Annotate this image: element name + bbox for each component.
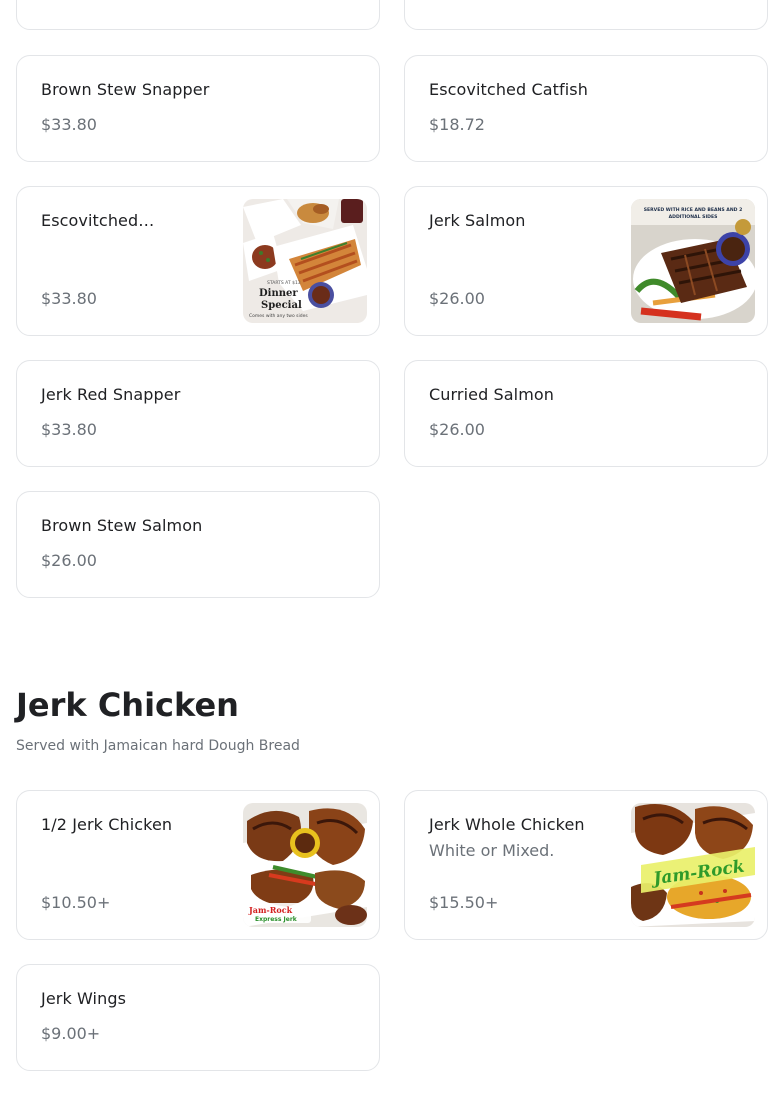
menu-item-price: $18.72 bbox=[429, 115, 485, 134]
image-logo-text: Jam-Rock bbox=[248, 905, 293, 915]
menu-item-name: Curried Salmon bbox=[429, 385, 555, 404]
menu-item-name: Escovitched… bbox=[41, 211, 155, 230]
menu-item-price: $33.80 bbox=[41, 289, 97, 308]
image-caption-text: STARTS AT $13 bbox=[267, 280, 301, 286]
menu-item-card[interactable]: Jerk Red Snapper $33.80 bbox=[16, 360, 380, 467]
menu-item-name: 1/2 Jerk Chicken bbox=[41, 815, 173, 834]
image-logo-text: Express Jerk bbox=[255, 916, 298, 923]
image-caption-text: Special bbox=[261, 300, 302, 311]
menu-item-card[interactable]: Brown Stew Salmon $26.00 bbox=[16, 491, 380, 598]
menu-item-name: Jerk Whole Chicken bbox=[429, 815, 585, 834]
menu-item-card[interactable]: Brown Stew Snapper $33.80 bbox=[16, 55, 380, 162]
menu-item-price: $33.80 bbox=[41, 115, 97, 134]
menu-item-card[interactable]: Jerk Whole Chicken White or Mixed. $15.5… bbox=[404, 790, 768, 940]
menu-item-card[interactable]: 1/2 Jerk Chicken $10.50+ Jam-Rock Expres… bbox=[16, 790, 380, 940]
menu-item-card[interactable]: Jerk Salmon $26.00 SERVED WITH RICE AND … bbox=[404, 186, 768, 336]
menu-item-price: $15.50+ bbox=[429, 893, 499, 912]
menu-item-price: $26.00 bbox=[429, 289, 485, 308]
menu-item-price: $33.80 bbox=[41, 420, 97, 439]
menu-item-price: $9.00+ bbox=[41, 1024, 101, 1043]
jerk-salmon-photo: SERVED WITH RICE AND BEANS AND 2 ADDITIO… bbox=[631, 199, 755, 323]
image-caption-text: Dinner bbox=[259, 288, 298, 299]
menu-item-name: Brown Stew Salmon bbox=[41, 516, 203, 535]
menu-item-name: Brown Stew Snapper bbox=[41, 80, 210, 99]
menu-item-name: Escovitched Catfish bbox=[429, 80, 588, 99]
whole-jerk-chicken-photo: Jam-Rock bbox=[631, 803, 755, 927]
image-caption-text: ADDITIONAL SIDES bbox=[669, 214, 718, 220]
section-title: Jerk Chicken bbox=[16, 686, 239, 724]
dinner-special-photo: STARTS AT $13 Dinner Special Comes with … bbox=[243, 199, 367, 323]
menu-item-card-partial[interactable] bbox=[404, 0, 768, 30]
section-subtitle: Served with Jamaican hard Dough Bread bbox=[16, 738, 300, 754]
menu-item-card-partial[interactable] bbox=[16, 0, 380, 30]
menu-item-card[interactable]: Escovitched Catfish $18.72 bbox=[404, 55, 768, 162]
menu-item-price: $26.00 bbox=[41, 551, 97, 570]
half-jerk-chicken-photo: Jam-Rock Express Jerk bbox=[243, 803, 367, 927]
menu-item-card[interactable]: Jerk Wings $9.00+ bbox=[16, 964, 380, 1071]
menu-item-price: $10.50+ bbox=[41, 893, 111, 912]
image-caption-text: Comes with any two sides bbox=[249, 313, 308, 319]
menu-item-name: Jerk Red Snapper bbox=[41, 385, 181, 404]
menu-item-name: Jerk Wings bbox=[41, 989, 127, 1008]
menu-item-name: Jerk Salmon bbox=[429, 211, 526, 230]
menu-item-price: $26.00 bbox=[429, 420, 485, 439]
menu-item-description: White or Mixed. bbox=[429, 841, 555, 860]
image-caption-text: SERVED WITH RICE AND BEANS AND 2 bbox=[644, 207, 743, 213]
menu-item-card[interactable]: Escovitched… $33.80 STARTS AT $13 Dinner… bbox=[16, 186, 380, 336]
menu-item-card[interactable]: Curried Salmon $26.00 bbox=[404, 360, 768, 467]
